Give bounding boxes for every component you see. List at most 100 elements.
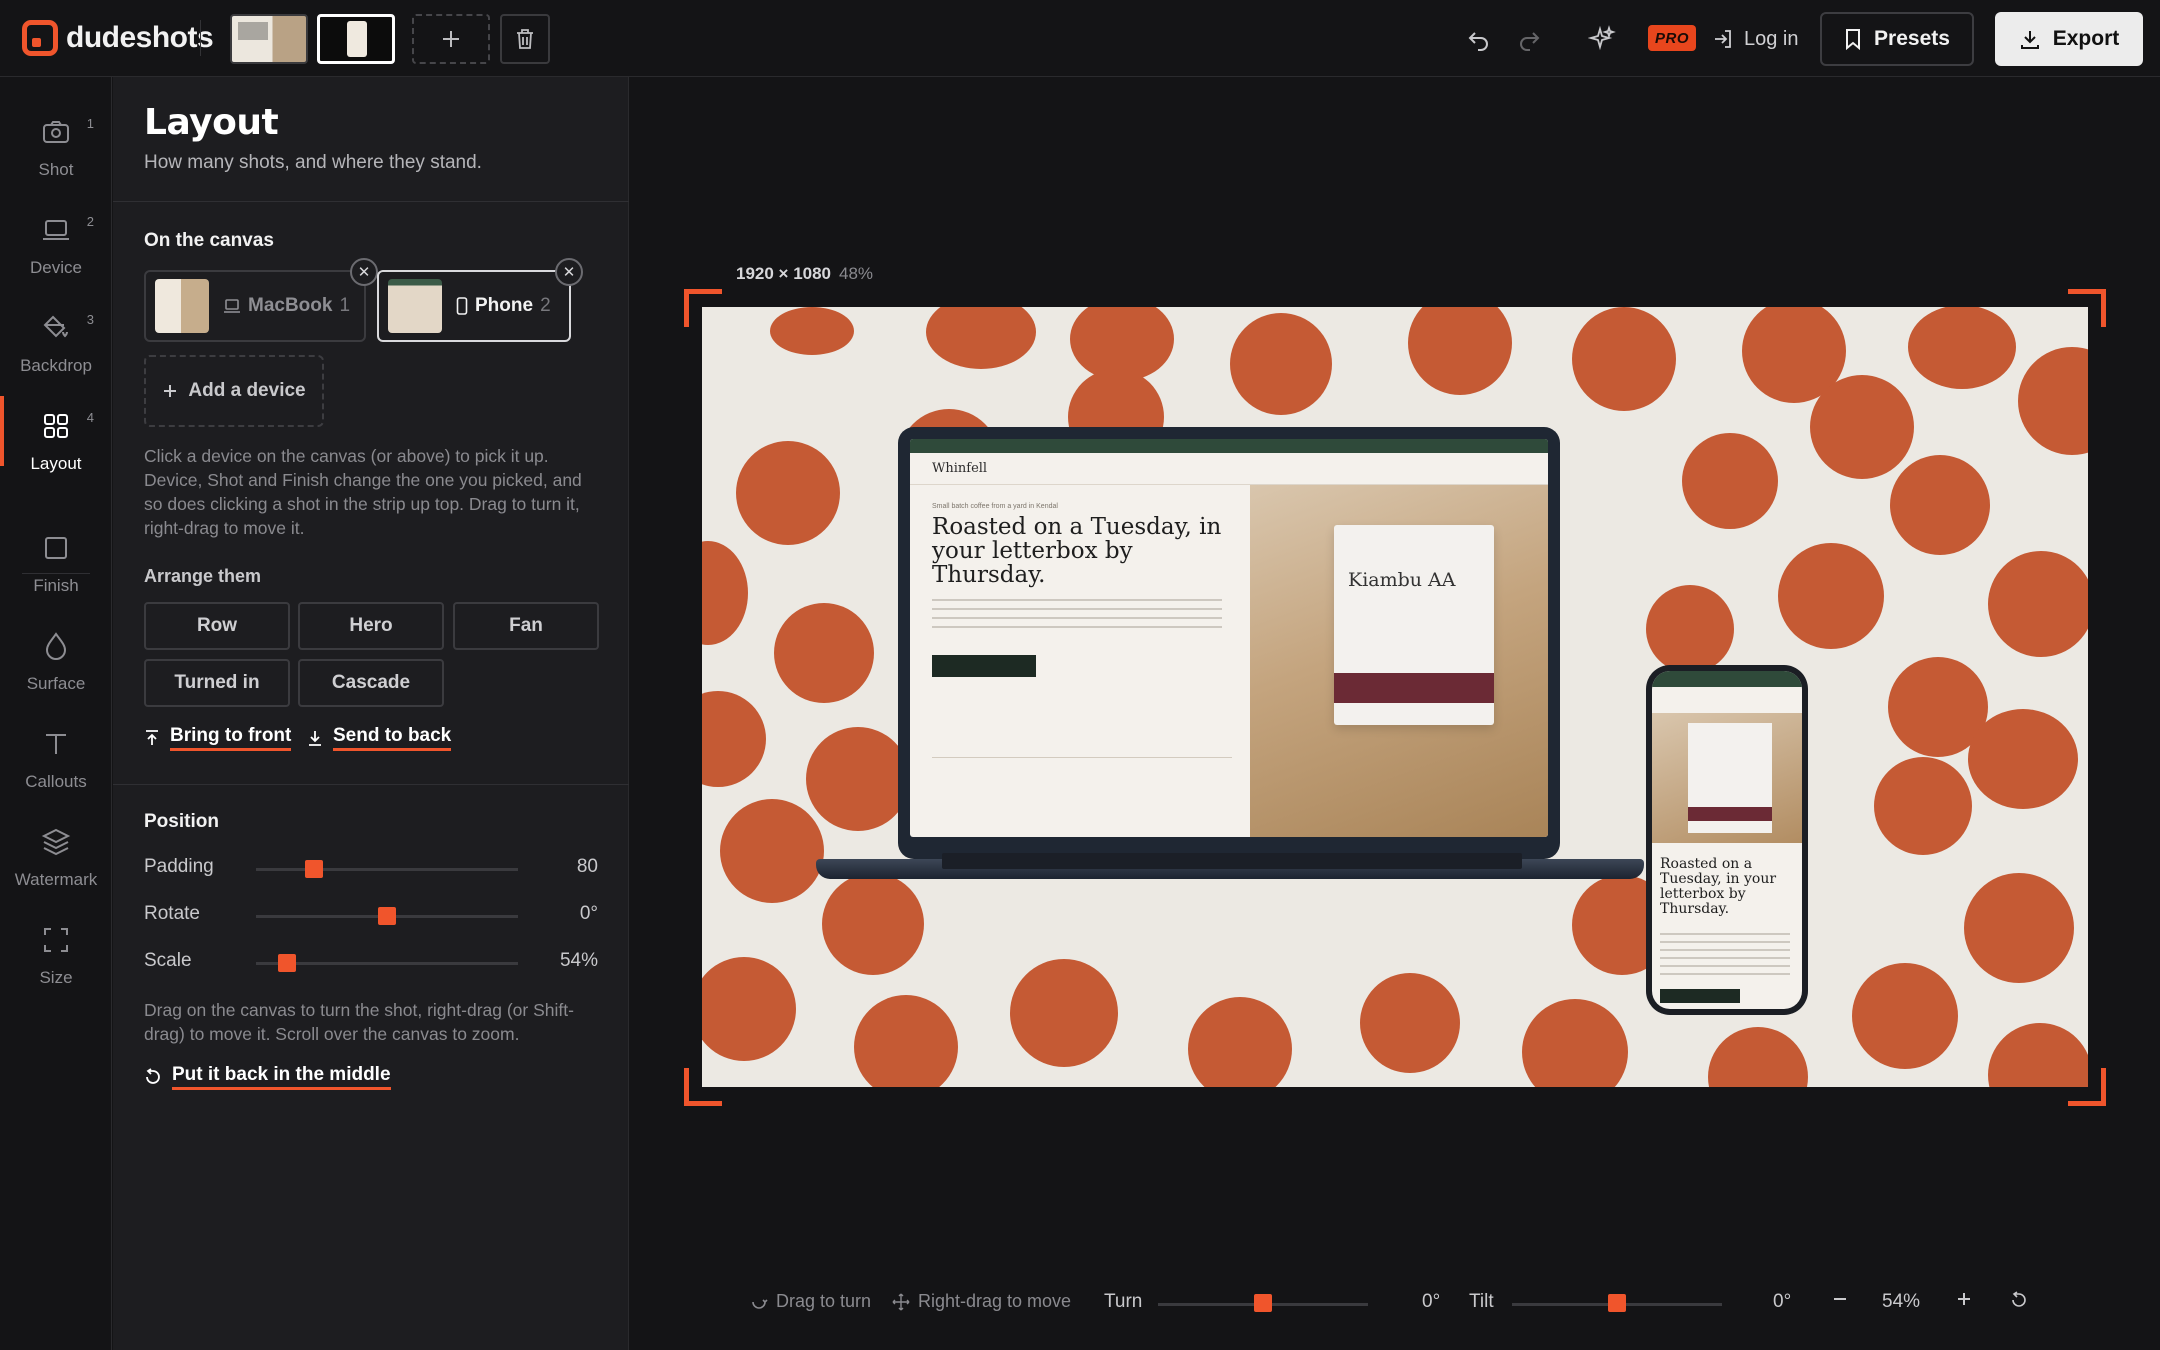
redo-button[interactable] [1513,23,1545,55]
rail-item-callouts[interactable]: Callouts [0,706,112,796]
bag-band [1334,673,1494,703]
minus-icon [1834,1298,1846,1300]
zoom-out-button[interactable] [1832,1291,1848,1307]
backdrop-dot [1908,307,2016,389]
device-chip-phone[interactable]: Phone 2 ✕ [377,258,583,342]
rail-number: 1 [86,116,94,131]
device-chip-macbook[interactable]: MacBook 1 ✕ [144,258,378,342]
add-shot-button[interactable] [412,14,490,64]
rail-item-shot[interactable]: Shot 1 [0,94,112,184]
slider-handle[interactable] [278,954,297,972]
bring-to-front-button[interactable]: Bring to front [144,725,292,751]
login-icon [1715,30,1731,48]
device-number: 1 [339,295,351,316]
redo-icon [1520,32,1540,51]
site-headline: Roasted on a Tuesday, in your letterbox … [932,514,1222,588]
rail-label: Finish [33,576,79,595]
arrange-hero-button[interactable]: Hero [298,602,444,650]
position-heading: Position [144,811,219,832]
rotate-slider[interactable]: Rotate 0° [144,901,598,931]
rail-label: Layout [30,454,82,473]
rail-item-surface[interactable]: Surface [0,608,112,698]
login-button[interactable]: Log in [1712,22,1799,56]
bring-front-icon [146,730,158,745]
delete-shot-button[interactable] [500,14,550,64]
rail-label: Watermark [14,870,98,889]
backdrop-dot [1682,433,1778,529]
laptop-icon [224,299,240,313]
backdrop-dot [1572,307,1676,411]
rail-item-size[interactable]: Size [0,902,112,992]
slider-handle[interactable] [304,860,323,878]
device-thumbnail [155,279,209,333]
on-canvas-heading: On the canvas [144,230,274,251]
pro-badge[interactable]: PRO [1648,25,1696,51]
backdrop-dot [1708,1027,1808,1087]
divider [113,201,629,202]
shot-thumbnail-1[interactable] [230,14,308,64]
laptop-device[interactable]: Whinfell Small batch coffee from a yard … [898,427,1560,859]
phone-icon [456,297,468,315]
right-drag-hint: Right-drag to move [892,1291,1071,1312]
backdrop-dot [1968,709,2078,809]
close-icon: ✕ [562,264,576,281]
move-hint-label: Right-drag to move [918,1291,1072,1311]
arrange-fan-button[interactable]: Fan [453,602,599,650]
rail-item-device[interactable]: Device 2 [0,192,112,282]
turn-slider-handle[interactable] [1254,1294,1272,1312]
panel-subtitle: How many shots, and where they stand. [144,152,482,173]
reset-view-button[interactable] [2010,1291,2028,1309]
undo-button[interactable] [1463,23,1495,55]
phone-device[interactable]: Roasted on a Tuesday, in your letterbox … [1646,665,1808,1015]
backdrop-dot [1230,313,1332,415]
canvas-preview[interactable]: Whinfell Small batch coffee from a yard … [702,307,2088,1087]
send-to-back-button[interactable]: Send to back [307,725,452,751]
send-back-icon [309,731,321,746]
canvas-zoom: 48% [839,264,874,283]
scale-slider[interactable]: Scale 54% [144,948,598,978]
slider-handle[interactable] [378,907,396,925]
backdrop-dot [702,957,796,1061]
magic-button[interactable] [1586,23,1618,55]
rail-item-finish[interactable]: Finish [0,510,112,600]
close-icon: ✕ [357,264,371,281]
arrange-cascade-button[interactable]: Cascade [298,659,444,707]
presets-button[interactable]: Presets [1820,12,1974,66]
slider-track[interactable] [256,868,518,871]
shot-thumbnail-2[interactable] [317,14,395,64]
device-label: MacBook 1 [223,295,350,317]
padding-slider[interactable]: Padding 80 [144,854,598,884]
reset-position-button[interactable]: Put it back in the middle [144,1064,391,1090]
backdrop-dot [806,727,910,831]
site-product-photo: Kiambu AA [1250,485,1548,837]
export-button[interactable]: Export [1995,12,2143,66]
zoom-in-button[interactable] [1956,1291,1972,1307]
rail-item-layout[interactable]: Layout 4 [0,388,112,478]
add-device-button[interactable]: Add a device [144,355,324,427]
tilt-slider-handle[interactable] [1608,1294,1626,1312]
text-icon [36,724,76,764]
bring-to-front-label: Bring to front [170,725,292,751]
site-body-text [1660,933,1790,977]
tilt-value: 0° [1773,1291,1792,1312]
backdrop-dot [926,307,1036,369]
site-calendar [932,757,1232,797]
brand-logo-icon [22,20,58,56]
rail-number: 4 [86,410,94,425]
device-number: 2 [540,295,551,316]
rail-item-watermark[interactable]: Watermark [0,804,112,894]
phone-screenshot: Roasted on a Tuesday, in your letterbox … [1652,671,1802,1009]
rail-item-backdrop[interactable]: Backdrop 3 [0,290,112,380]
arrange-turned-in-button[interactable]: Turned in [144,659,290,707]
panel-title: Layout [144,102,279,143]
device-name: Phone [475,295,534,316]
brand[interactable]: dudeshots [22,20,214,56]
arrange-row-button[interactable]: Row [144,602,290,650]
site-body-text [932,599,1222,635]
drag-to-turn-hint: Drag to turn [750,1291,871,1312]
camera-icon [36,112,76,152]
rail-label: Backdrop [20,356,92,375]
arrange-heading: Arrange them [144,566,262,586]
remove-device-button[interactable]: ✕ [350,258,378,286]
remove-device-button[interactable]: ✕ [555,258,583,286]
